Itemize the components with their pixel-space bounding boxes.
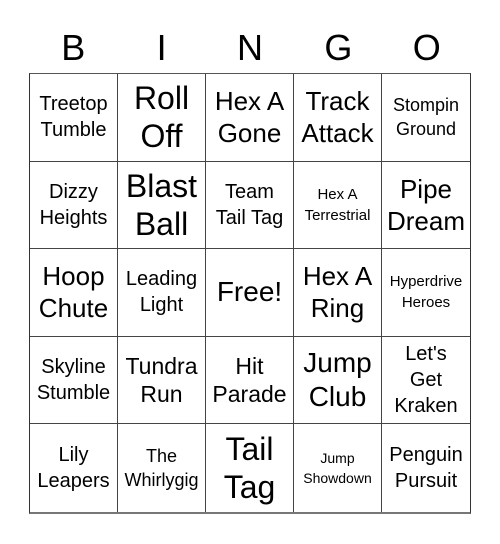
cell-label: Lily Leapers [37,444,110,493]
bingo-cell[interactable]: Jump Club [294,336,382,425]
cell-label: Track Attack [301,86,374,149]
cell-label: Tundra Run [125,353,198,408]
free-space-label: Free! [216,276,283,308]
cell-label: Blast Ball [125,167,198,242]
bingo-cell[interactable]: Roll Off [118,74,206,162]
bingo-cell[interactable]: Jump Showdown [294,424,382,512]
bingo-cell[interactable]: Hoop Chute [30,249,118,337]
cell-label: Skyline Stumble [36,356,111,405]
bingo-cell[interactable]: Stompin Ground [382,74,470,162]
cell-label: The Whirlygig [124,446,199,491]
cell-label: Let's Get Kraken [394,343,458,418]
bingo-cell[interactable]: Blast Ball [118,161,206,250]
bingo-cell[interactable]: Hex A Ring [294,249,382,337]
bingo-cell[interactable]: Hyperdrive Heroes [382,249,470,337]
cell-label: Pipe Dream [386,173,465,236]
bingo-cell[interactable]: Hit Parade [206,336,294,425]
bingo-cell[interactable]: Track Attack [294,74,382,162]
bingo-cell[interactable]: Dizzy Heights [30,161,118,250]
bingo-cell[interactable]: Let's Get Kraken [382,337,470,425]
cell-label: Hex A Gone [214,86,285,149]
cell-label: Dizzy Heights [39,180,108,229]
bingo-cell[interactable]: Leading Light [118,249,206,337]
bingo-header: B I N G O [29,26,471,70]
bingo-cell[interactable]: Pipe Dream [382,162,470,250]
header-letter-b: B [61,27,86,68]
cell-label: Jump Club [303,347,372,413]
cell-label: Treetop Tumble [39,93,108,142]
cell-label: Hyperdrive Heroes [389,273,463,312]
header-letter-n: N [236,27,263,68]
cell-label: Roll Off [133,80,190,155]
cell-label: Hex A Terrestrial [304,185,371,224]
bingo-cell[interactable]: The Whirlygig [118,424,206,512]
cell-label: Penguin Pursuit [389,444,463,493]
cell-label: Leading Light [125,268,198,317]
bingo-grid: Treetop Tumble Roll Off Hex A Gone Track… [29,73,471,514]
bingo-cell[interactable]: Skyline Stumble [30,336,118,425]
bingo-cell[interactable]: Tail Tag [206,424,294,512]
header-letter-g: G [324,27,353,68]
cell-label: Jump Showdown [303,450,372,487]
bingo-cell[interactable]: Hex A Terrestrial [294,161,382,250]
bingo-cell[interactable]: Treetop Tumble [30,74,118,162]
bingo-cell[interactable]: Penguin Pursuit [382,424,470,512]
cell-label: Tail Tag [223,431,276,506]
cell-label: Hex A Ring [302,261,373,324]
bingo-cell[interactable]: Team Tail Tag [206,161,294,250]
header-letter-i: I [156,27,167,68]
header-letter-o: O [412,27,441,68]
cell-label: Team Tail Tag [215,180,284,229]
cell-label: Hit Parade [212,353,287,408]
cell-label: Hoop Chute [38,261,109,324]
bingo-cell[interactable]: Hex A Gone [206,74,294,162]
cell-label: Stompin Ground [392,95,460,140]
bingo-cell[interactable]: Tundra Run [118,336,206,425]
bingo-cell[interactable]: Lily Leapers [30,424,118,512]
free-space-cell[interactable]: Free! [206,249,294,337]
